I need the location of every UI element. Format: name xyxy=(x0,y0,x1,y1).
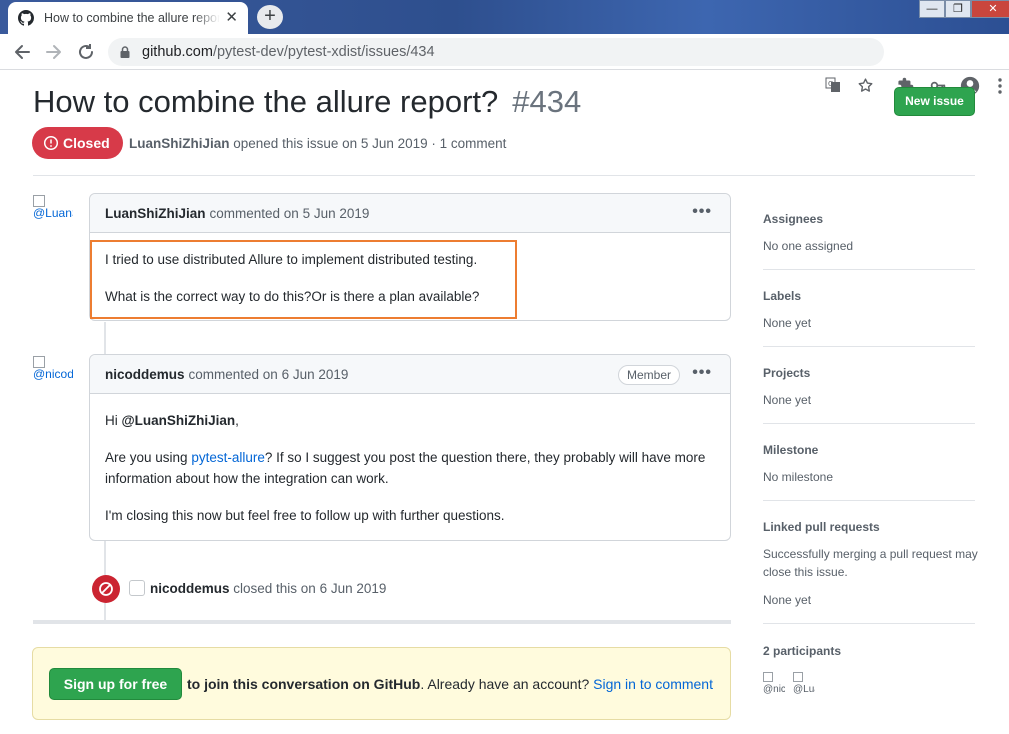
comment-paragraph: Are you using pytest-allure? If so I sug… xyxy=(105,450,706,486)
forward-arrow-icon[interactable] xyxy=(43,41,65,63)
sidebar-milestone: Milestone No milestone xyxy=(763,424,975,501)
issue-sidebar: Assignees No one assigned Labels None ye… xyxy=(763,197,978,659)
maximize-button[interactable]: ❐ xyxy=(945,0,971,18)
issue-number: #434 xyxy=(512,84,582,119)
bookmark-star-icon[interactable] xyxy=(857,77,874,94)
sidebar-description: Successfully merging a pull request may … xyxy=(763,547,978,579)
sidebar-value: No one assigned xyxy=(763,239,854,253)
svg-text:G: G xyxy=(828,80,833,88)
tab-close-icon[interactable]: ✕ xyxy=(225,10,238,26)
github-icon xyxy=(18,10,34,26)
avatar[interactable]: @LuanShiZhiJian xyxy=(793,672,815,694)
avatar[interactable]: @LuanShiZhiJian xyxy=(33,195,73,231)
browser-tab-strip: How to combine the allure report? · Issu… xyxy=(0,0,1009,34)
avatar[interactable]: @nicoddemus xyxy=(33,356,73,392)
comment-author[interactable]: nicoddemus xyxy=(105,367,185,382)
issue-title: How to combine the allure report? #434 xyxy=(33,84,582,119)
comment-author[interactable]: LuanShiZhiJian xyxy=(105,206,206,221)
avatar[interactable] xyxy=(129,580,145,596)
reload-icon[interactable] xyxy=(75,41,97,63)
url-text: github.com/pytest-dev/pytest-xdist/issue… xyxy=(142,44,435,60)
participant-avatars: @nicoddemus @LuanShiZhiJian xyxy=(763,672,823,694)
tab-title: How to combine the allure report? · Issu… xyxy=(44,11,220,25)
pytest-allure-link[interactable]: pytest-allure xyxy=(191,450,265,465)
closed-event: nicoddemus closed this on 6 Jun 2019 xyxy=(129,580,386,596)
lock-icon xyxy=(120,46,130,58)
close-window-button[interactable]: ✕ xyxy=(971,0,1009,18)
circle-slash-icon xyxy=(99,582,113,596)
sidebar-heading: Projects xyxy=(763,366,811,380)
sign-up-button[interactable]: Sign up for free xyxy=(49,668,182,700)
sidebar-assignees: Assignees No one assigned xyxy=(763,197,975,270)
browser-toolbar: github.com/pytest-dev/pytest-xdist/issue… xyxy=(0,34,1009,96)
status-label: Closed xyxy=(63,135,110,151)
back-arrow-icon[interactable] xyxy=(11,41,33,63)
browser-tab[interactable]: How to combine the allure report? · Issu… xyxy=(8,2,248,34)
sidebar-projects: Projects None yet xyxy=(763,347,975,424)
sidebar-heading: Milestone xyxy=(763,443,819,457)
sidebar-heading: 2 participants xyxy=(763,644,842,658)
comment-timestamp[interactable]: commented on 6 Jun 2019 xyxy=(189,367,349,382)
closed-event-icon xyxy=(92,575,120,603)
sidebar-linked-prs: Linked pull requests Successfully mergin… xyxy=(763,501,978,624)
signup-prompt: Sign up for free to join this conversati… xyxy=(32,647,731,720)
comment-body: Hi @LuanShiZhiJian, Are you using pytest… xyxy=(90,394,730,526)
sidebar-value: None yet xyxy=(763,316,812,330)
comment-timestamp[interactable]: commented on 5 Jun 2019 xyxy=(210,206,370,221)
more-options-icon[interactable]: ••• xyxy=(692,203,712,221)
sidebar-heading: Labels xyxy=(763,289,802,303)
issue-author-link[interactable]: LuanShiZhiJian xyxy=(129,136,230,151)
avatar[interactable]: @nicoddemus xyxy=(763,672,785,694)
address-bar[interactable]: github.com/pytest-dev/pytest-xdist/issue… xyxy=(108,38,884,66)
user-mention-link[interactable]: @LuanShiZhiJian xyxy=(122,413,236,428)
minimize-button[interactable]: — xyxy=(919,0,945,18)
new-issue-button[interactable]: New issue xyxy=(894,87,975,116)
event-actor-link[interactable]: nicoddemus xyxy=(150,581,230,596)
issue-closed-icon xyxy=(43,135,59,151)
issue-meta: LuanShiZhiJian opened this issue on 5 Ju… xyxy=(129,136,507,151)
signup-text: to join this conversation on GitHub. Alr… xyxy=(187,676,713,692)
sidebar-value: None yet xyxy=(763,393,812,407)
status-badge: Closed xyxy=(32,127,123,159)
sidebar-value: No milestone xyxy=(763,470,834,484)
sidebar-labels: Labels None yet xyxy=(763,270,975,347)
translate-icon[interactable]: G xyxy=(825,77,841,93)
more-options-icon[interactable]: ••• xyxy=(692,364,712,382)
comment-header: nicoddemus commented on 6 Jun 2019 Membe… xyxy=(90,355,730,394)
sidebar-participants: 2 participants xyxy=(763,624,975,659)
sidebar-heading: Assignees xyxy=(763,212,824,226)
sidebar-heading: Linked pull requests xyxy=(763,520,880,534)
annotation-highlight-box xyxy=(90,240,517,319)
timeline-end-divider xyxy=(33,620,731,624)
sign-in-link[interactable]: Sign in to comment xyxy=(593,676,713,692)
browser-menu-icon[interactable] xyxy=(997,78,1003,94)
window-controls: — ❐ ✕ xyxy=(919,0,1009,18)
comment-card: nicoddemus commented on 6 Jun 2019 Membe… xyxy=(89,354,731,541)
header-divider xyxy=(33,175,975,176)
comment-header: LuanShiZhiJian commented on 5 Jun 2019 •… xyxy=(90,194,730,233)
comment-paragraph: Hi @LuanShiZhiJian, xyxy=(105,413,239,428)
sidebar-value: None yet xyxy=(763,593,812,607)
new-tab-button[interactable]: + xyxy=(257,5,283,29)
comment-paragraph: I'm closing this now but feel free to fo… xyxy=(105,508,505,523)
member-badge: Member xyxy=(617,365,680,385)
